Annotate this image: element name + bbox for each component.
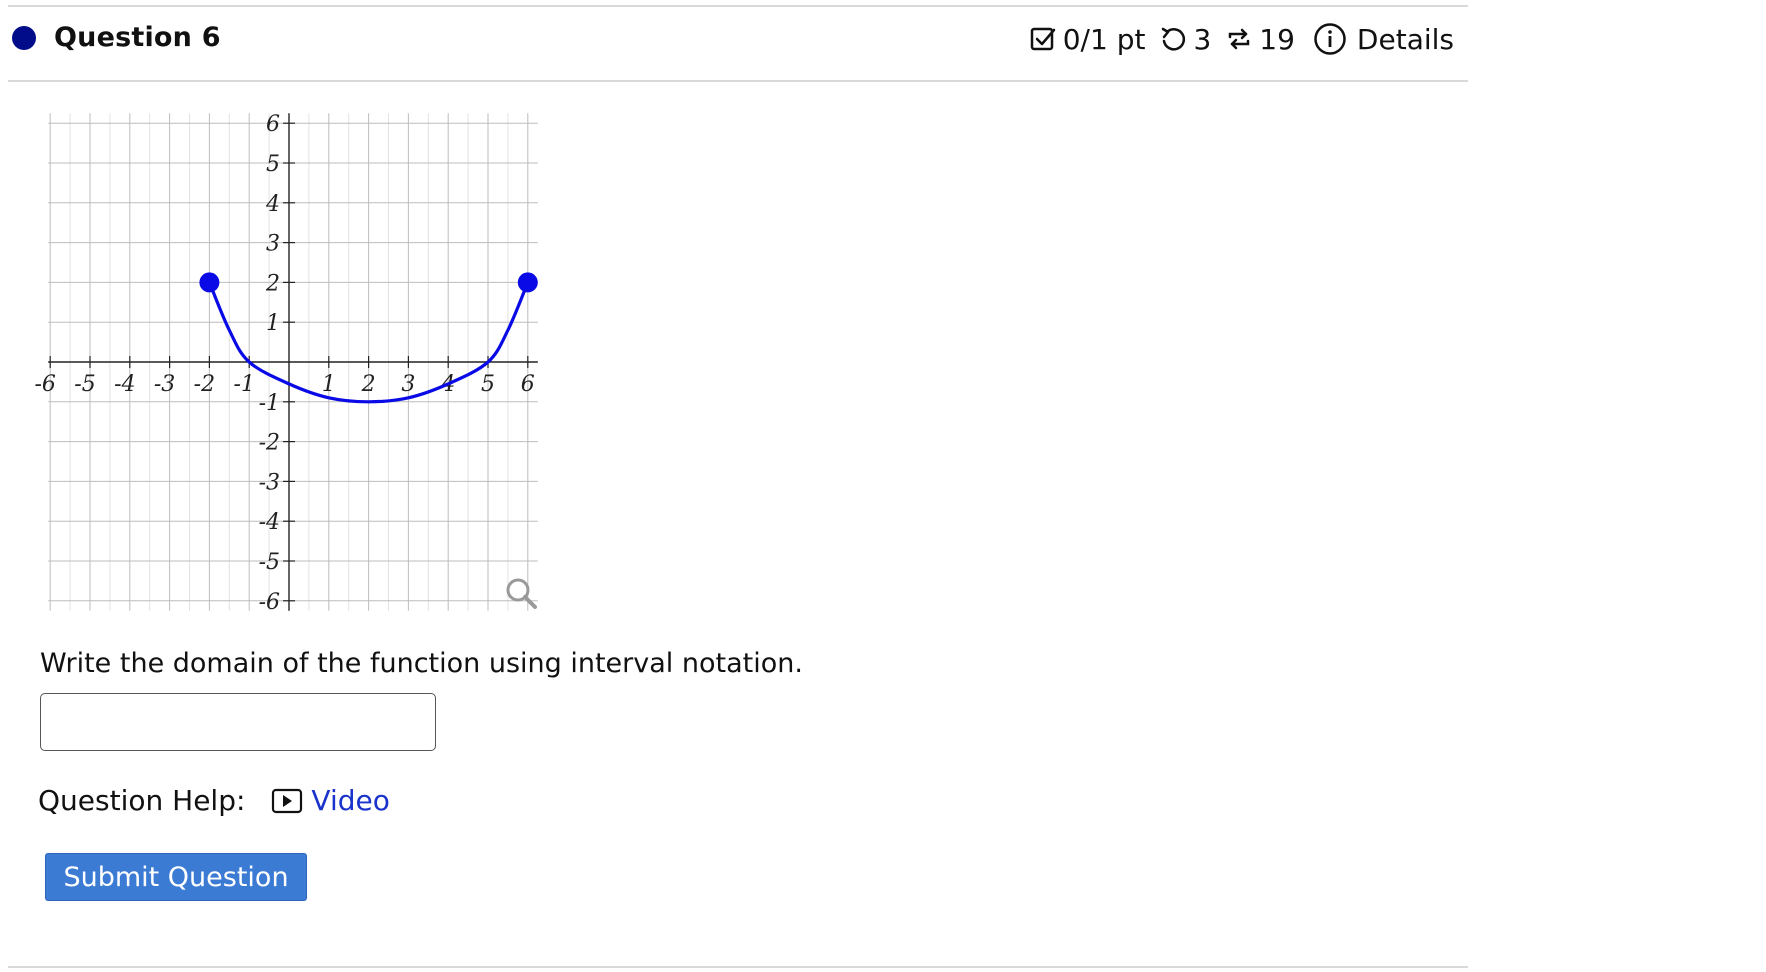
y-tick-label: 5 bbox=[266, 152, 280, 177]
magnifier-icon[interactable] bbox=[506, 578, 537, 609]
question-meta: 0/1 pt 3 19 Details bbox=[1015, 22, 1454, 56]
x-tick-label: 6 bbox=[521, 372, 535, 397]
y-tick-label: -5 bbox=[259, 550, 280, 575]
points-text: 0/1 pt bbox=[1062, 22, 1146, 56]
submissions-indicator: 19 bbox=[1225, 23, 1295, 56]
retry-icon bbox=[1162, 27, 1186, 51]
video-icon bbox=[272, 788, 303, 813]
video-link[interactable]: Video bbox=[271, 784, 390, 817]
curve-endpoint bbox=[517, 272, 538, 293]
x-tick-label: -4 bbox=[114, 372, 135, 397]
retries-count: 3 bbox=[1193, 22, 1212, 56]
y-tick-label: -1 bbox=[259, 391, 280, 416]
x-tick-label: -6 bbox=[34, 372, 55, 397]
domain-answer-input[interactable] bbox=[40, 693, 436, 751]
details-button[interactable]: Details bbox=[1313, 22, 1454, 56]
question-prompt: Write the domain of the function using i… bbox=[40, 648, 803, 679]
y-tick-label: 1 bbox=[266, 311, 280, 336]
checkbox-icon bbox=[1030, 27, 1055, 51]
bottom-divider bbox=[8, 966, 1468, 968]
retries-indicator: 3 bbox=[1159, 23, 1211, 56]
y-tick-label: -6 bbox=[259, 590, 280, 615]
curve-endpoint bbox=[199, 272, 220, 293]
repeat-icon bbox=[1229, 28, 1250, 50]
submit-question-button[interactable]: Submit Question bbox=[45, 853, 307, 901]
y-tick-label: 4 bbox=[265, 192, 280, 217]
video-link-label: Video bbox=[311, 784, 390, 817]
function-graph[interactable]: -6 -5 -4 -3 -2 -1 1 2 3 4 5 6654321-1-2-3-4-5-6 bbox=[0, 0, 560, 625]
question-help: Question Help: Video bbox=[38, 784, 390, 817]
y-tick-label: 2 bbox=[265, 271, 280, 296]
question-help-label: Question Help: bbox=[38, 784, 246, 817]
x-tick-label: 5 bbox=[481, 372, 495, 397]
x-tick-label: 2 bbox=[361, 372, 376, 397]
x-tick-label: -5 bbox=[74, 372, 95, 397]
y-tick-label: -2 bbox=[259, 431, 280, 456]
y-tick-label: 3 bbox=[266, 232, 280, 257]
y-tick-label: -3 bbox=[259, 470, 280, 495]
submissions-count: 19 bbox=[1259, 22, 1295, 56]
points-indicator: 0/1 pt bbox=[1029, 22, 1146, 56]
x-tick-label: -3 bbox=[154, 372, 175, 397]
x-tick-label: -2 bbox=[194, 372, 215, 397]
info-icon bbox=[1314, 23, 1346, 55]
y-tick-label: 6 bbox=[266, 112, 280, 137]
y-tick-label: -4 bbox=[259, 510, 280, 535]
x-tick-label: 3 bbox=[401, 372, 415, 397]
x-tick-label: 1 bbox=[322, 372, 336, 397]
details-label: Details bbox=[1356, 22, 1454, 56]
x-tick-label: -1 bbox=[233, 372, 254, 397]
